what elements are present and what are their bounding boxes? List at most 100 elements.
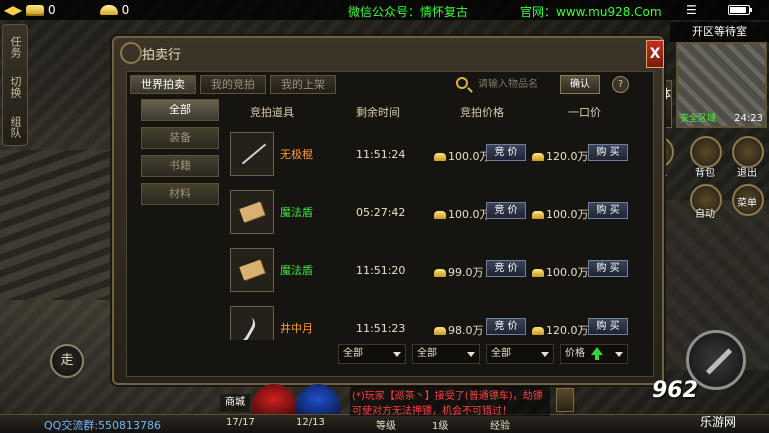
tab-switch[interactable]: 切换 (9, 69, 22, 105)
exit-label: 退出 (737, 168, 757, 179)
item-name: 魔法盾 (280, 264, 313, 277)
left-side-tabs: 任务 切换 组队 (2, 24, 28, 146)
auto-label: 自动 (695, 209, 715, 220)
category-all[interactable]: 全部 (141, 99, 219, 121)
tab-my-bids[interactable]: 我的竞拍 (200, 75, 266, 94)
filter-select-1[interactable]: 全部 (338, 344, 406, 364)
item-name: 无极棍 (280, 148, 313, 161)
shop-button[interactable]: 商城 (220, 394, 250, 412)
item-thumbnail[interactable] (230, 306, 274, 340)
item-time: 11:51:24 (356, 148, 406, 161)
tab-my-listings[interactable]: 我的上架 (270, 75, 336, 94)
qq-group: QQ交流群:550813786 (44, 419, 162, 432)
background-stairs (0, 150, 130, 300)
gold-coin-icon (532, 269, 544, 277)
item-time: 11:51:23 (356, 322, 406, 335)
help-icon[interactable]: ? (612, 76, 629, 93)
bid-button[interactable]: 竞 价 (486, 144, 526, 161)
ingot-amount: 0 (121, 3, 130, 17)
item-time: 11:51:20 (356, 264, 406, 277)
category-books[interactable]: 书籍 (141, 155, 219, 177)
bid-button[interactable]: 竞 价 (486, 202, 526, 219)
item-thumbnail[interactable] (230, 190, 274, 234)
item-thumbnail[interactable] (230, 248, 274, 292)
column-item: 竞拍道具 (250, 106, 294, 119)
watermark-logo: 962 (652, 378, 698, 403)
website-notice: 官网：www.mu928.Com (520, 5, 662, 19)
filter-select-3[interactable]: 全部 (486, 344, 554, 364)
filter-select-2[interactable]: 全部 (412, 344, 480, 364)
gold-coin-icon (434, 327, 446, 335)
mp-value: 12/13 (296, 417, 325, 428)
hp-value: 17/17 (226, 417, 255, 428)
chat-toggle-button[interactable] (556, 388, 574, 412)
exp-label: 经验 (490, 421, 510, 432)
chat-line: 可使对方无法押镖，机会不可错过！ (352, 406, 512, 417)
item-bid-price: 100.0万 (434, 206, 491, 222)
table-row: 井中月 11:51:23 98.0万 竞 价 120.0万 购 买 (228, 302, 638, 340)
zone-label: 安全区域 (680, 114, 717, 124)
item-thumbnail[interactable] (230, 132, 274, 176)
back-arrow-icon[interactable]: ◀▶ (0, 3, 26, 17)
gold-amount: 0 (48, 3, 56, 17)
price-sort-select[interactable]: 价格 (560, 344, 628, 364)
chat-box[interactable]: (*)玩家【巡茶丶】接受了(普通镖车)，劫镖 可使对方无法押镖，机会不可错过！ (350, 386, 550, 417)
walk-button[interactable]: 走 (50, 344, 84, 378)
item-name: 井中月 (280, 322, 313, 335)
gold-coin-icon (532, 327, 544, 335)
search-icon (456, 77, 468, 89)
category-materials[interactable]: 材料 (141, 183, 219, 205)
chevron-down-icon (615, 352, 623, 357)
gold-icon (26, 4, 44, 16)
search-bar (456, 75, 626, 95)
table-row: 魔法盾 05:27:42 100.0万 竞 价 100.0万 购 买 (228, 186, 638, 242)
item-name: 魔法盾 (280, 206, 313, 219)
chevron-down-icon (467, 352, 475, 357)
watermark-site: 乐游网 (700, 415, 737, 429)
tab-team[interactable]: 组队 (9, 109, 22, 145)
bag-label: 背包 (695, 168, 715, 179)
gold-coin-icon (532, 211, 544, 219)
wifi-icon: ☰ (686, 3, 697, 17)
menu-label: 菜单 (737, 198, 757, 209)
battery-icon (728, 5, 752, 15)
tab-task[interactable]: 任务 (9, 29, 22, 65)
item-bid-price: 100.0万 (434, 148, 491, 164)
buy-button[interactable]: 购 买 (588, 202, 628, 219)
auction-tabs: 世界拍卖 我的竞拍 我的上架 (130, 75, 340, 94)
auction-panel: 拍卖行 X 世界拍卖 我的竞拍 我的上架 确认 ? 全部 装备 书籍 材料 竞拍… (112, 36, 664, 385)
gold-coin-icon (434, 269, 446, 277)
chevron-down-icon (393, 352, 401, 357)
close-button[interactable]: X (646, 40, 664, 68)
chat-line: (*)玩家【巡茶丶】接受了(普通镖车)，劫镖 (352, 391, 543, 402)
bid-button[interactable]: 竞 价 (486, 318, 526, 335)
map-title: 开区等待室 (670, 22, 769, 42)
buy-button[interactable]: 购 买 (588, 318, 628, 335)
column-time: 剩余时间 (356, 106, 400, 119)
table-row: 无极棍 11:51:24 100.0万 竞 价 120.0万 购 买 (228, 128, 638, 184)
category-equipment[interactable]: 装备 (141, 127, 219, 149)
wechat-notice: 微信公众号：情怀复古 (348, 5, 469, 19)
item-buyout-price: 100.0万 (532, 206, 589, 222)
ingot-icon (99, 5, 118, 15)
gold-coin-icon (434, 211, 446, 219)
auction-title-bar: 拍卖行 (114, 38, 662, 68)
sort-up-icon (591, 347, 603, 360)
level-label: 等级 (376, 421, 396, 432)
table-row: 魔法盾 11:51:20 99.0万 竞 价 100.0万 购 买 (228, 244, 638, 300)
auction-title: 拍卖行 (142, 48, 182, 63)
buy-button[interactable]: 购 买 (588, 260, 628, 277)
column-bid-price: 竞拍价格 (460, 106, 504, 119)
search-input[interactable] (478, 76, 570, 93)
gold-coin-icon (434, 153, 446, 161)
confirm-button[interactable]: 确认 (560, 75, 600, 94)
item-bid-price: 99.0万 (434, 264, 484, 280)
tab-world-auction[interactable]: 世界拍卖 (130, 75, 196, 94)
level-value: 1级 (432, 421, 449, 432)
category-list: 全部 装备 书籍 材料 (141, 99, 221, 211)
bid-button[interactable]: 竞 价 (486, 260, 526, 277)
item-buyout-price: 120.0万 (532, 322, 589, 338)
buy-button[interactable]: 购 买 (588, 144, 628, 161)
minimap[interactable]: 安全区域 24:23 (676, 42, 767, 128)
item-buyout-price: 100.0万 (532, 264, 589, 280)
